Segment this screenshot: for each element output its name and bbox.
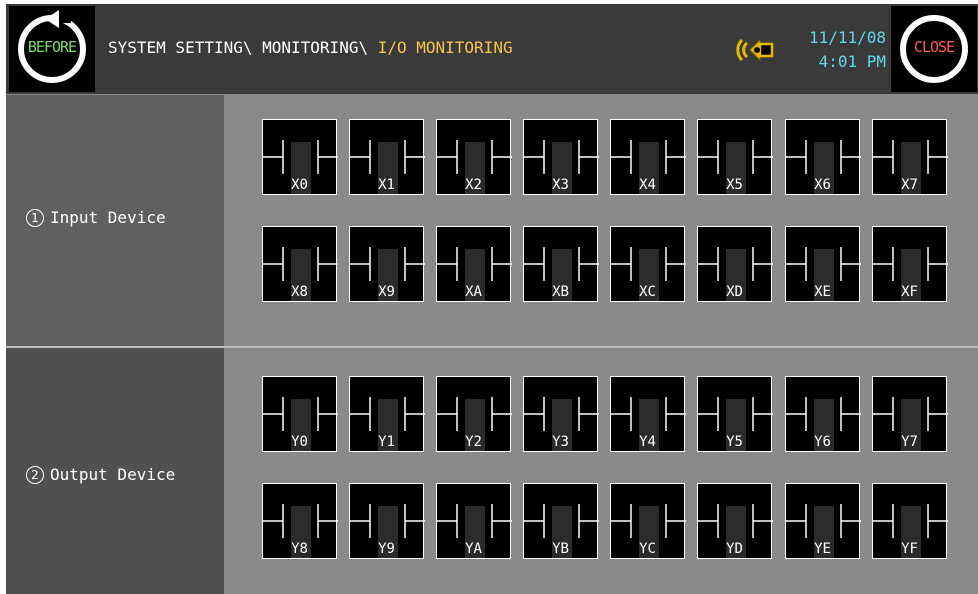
device-label: Y2	[465, 434, 482, 450]
device-label: X0	[291, 177, 308, 193]
device-label: X3	[552, 177, 569, 193]
device-label: XC	[639, 284, 656, 300]
date-text: 11/11/08	[808, 28, 886, 47]
device-contact-xb: XB	[523, 226, 599, 302]
speaker-icon[interactable]	[736, 34, 782, 66]
device-contact-yb: YB	[523, 483, 599, 559]
device-label: X6	[814, 177, 831, 193]
device-label: Y3	[552, 434, 569, 450]
device-contact-y4: Y4	[610, 376, 686, 452]
device-contact-y3: Y3	[523, 376, 599, 452]
datetime-display: 11/11/08 4:01 PM	[806, 26, 886, 74]
device-contact-x9: X9	[349, 226, 425, 302]
device-label: X7	[901, 177, 918, 193]
output-device-label: Output Device	[50, 465, 176, 484]
device-contact-x3: X3	[523, 119, 599, 195]
device-contact-y5: Y5	[697, 376, 773, 452]
device-contact-yc: YC	[610, 483, 686, 559]
device-label: Y8	[291, 541, 308, 557]
device-contact-x8: X8	[262, 226, 338, 302]
before-button[interactable]: BEFORE	[9, 6, 95, 92]
device-contact-x2: X2	[436, 119, 512, 195]
device-label: XE	[814, 284, 831, 300]
device-label: XD	[726, 284, 743, 300]
device-contact-x1: X1	[349, 119, 425, 195]
input-device-label: Input Device	[50, 208, 166, 227]
close-label: CLOSE	[913, 38, 955, 56]
input-device-grid: X0 X1 X2 X3 X4 X5 X6 X7 X8 X9 XA XB XC XD XE XF	[224, 95, 978, 347]
output-device-section: 2 Output Device Y0 Y1 Y2 Y3 Y4 Y5 Y6 Y7 Y8 Y9 YA YB…	[6, 348, 978, 594]
device-contact-y0: Y0	[262, 376, 338, 452]
device-label: Y0	[291, 434, 308, 450]
circled-number-2: 2	[26, 465, 44, 484]
device-label: Y1	[378, 434, 395, 450]
device-label: YB	[552, 541, 569, 557]
device-contact-x4: X4	[610, 119, 686, 195]
output-device-grid: Y0 Y1 Y2 Y3 Y4 Y5 Y6 Y7 Y8 Y9 YA YB YC YD YE YF	[224, 348, 978, 594]
device-label: Y6	[814, 434, 831, 450]
device-contact-xf: XF	[872, 226, 948, 302]
device-contact-y8: Y8	[262, 483, 338, 559]
device-label: X1	[378, 177, 395, 193]
device-label: YD	[726, 541, 743, 557]
device-label: X4	[639, 177, 656, 193]
device-contact-x6: X6	[785, 119, 861, 195]
before-label: BEFORE	[27, 38, 77, 56]
device-contact-yf: YF	[872, 483, 948, 559]
device-label: XB	[552, 284, 569, 300]
device-label: YF	[901, 541, 918, 557]
device-label: XF	[901, 284, 918, 300]
device-contact-xd: XD	[697, 226, 773, 302]
device-label: X2	[465, 177, 482, 193]
device-contact-x5: X5	[697, 119, 773, 195]
device-contact-ya: YA	[436, 483, 512, 559]
device-contact-xc: XC	[610, 226, 686, 302]
device-contact-x0: X0	[262, 119, 338, 195]
device-label: X8	[291, 284, 308, 300]
output-device-title: 2 Output Device	[26, 465, 175, 484]
device-label: XA	[465, 284, 482, 300]
device-label: Y9	[378, 541, 395, 557]
device-contact-y6: Y6	[785, 376, 861, 452]
device-contact-xa: XA	[436, 226, 512, 302]
device-contact-x7: X7	[872, 119, 948, 195]
device-label: YE	[814, 541, 831, 557]
device-label: Y5	[726, 434, 743, 450]
device-label: Y7	[901, 434, 918, 450]
device-contact-y1: Y1	[349, 376, 425, 452]
breadcrumb-path: SYSTEM SETTING\ MONITORING\	[108, 38, 378, 57]
header-bar: BEFORE SYSTEM SETTING\ MONITORING\ I/O M…	[6, 4, 978, 95]
time-text: 4:01 PM	[818, 52, 886, 71]
device-contact-xe: XE	[785, 226, 861, 302]
circled-number-1: 1	[26, 208, 44, 227]
device-contact-y2: Y2	[436, 376, 512, 452]
close-button[interactable]: CLOSE	[891, 6, 977, 92]
device-label: YC	[639, 541, 656, 557]
device-label: Y4	[639, 434, 656, 450]
hmi-screen: BEFORE SYSTEM SETTING\ MONITORING\ I/O M…	[6, 4, 978, 594]
breadcrumb-current: I/O MONITORING	[377, 38, 513, 57]
device-contact-ye: YE	[785, 483, 861, 559]
breadcrumb: SYSTEM SETTING\ MONITORING\ I/O MONITORI…	[108, 38, 513, 57]
device-contact-y9: Y9	[349, 483, 425, 559]
device-contact-y7: Y7	[872, 376, 948, 452]
device-label: X5	[726, 177, 743, 193]
input-device-section: 1 Input Device X0 X1 X2 X3 X4 X5 X6 X7 X8 X9 XA XB X…	[6, 95, 978, 347]
input-device-title: 1 Input Device	[26, 208, 166, 227]
device-label: X9	[378, 284, 395, 300]
device-label: YA	[465, 541, 482, 557]
device-contact-yd: YD	[697, 483, 773, 559]
